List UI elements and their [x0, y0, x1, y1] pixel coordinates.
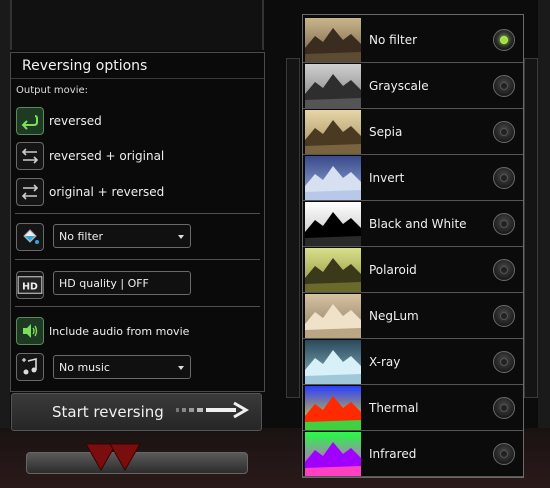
filter-thumbnail [305, 63, 361, 108]
radio-indicator [500, 173, 508, 182]
background-header [10, 0, 264, 50]
filter-item-label: X-ray [369, 354, 401, 369]
option-reversed-label: reversed [49, 114, 102, 128]
option-reversed-original-label: reversed + original [49, 149, 165, 163]
original-then-reverse-icon [16, 178, 44, 206]
filter-item[interactable]: Grayscale [303, 63, 523, 109]
speaker-icon [16, 317, 44, 345]
music-row [16, 353, 44, 381]
option-reversed-original[interactable]: reversed + original [16, 142, 164, 170]
radio-indicator [500, 219, 508, 228]
option-reversed[interactable]: reversed [16, 107, 102, 135]
add-music-icon[interactable] [16, 353, 44, 381]
background-panel-edge-right [524, 58, 538, 398]
radio-indicator [500, 311, 508, 320]
filter-radio-button[interactable] [493, 350, 515, 373]
filter-item[interactable]: NegLum [303, 293, 523, 339]
background-rail-left [0, 0, 10, 488]
filter-dropdown[interactable]: No filter [53, 224, 191, 248]
filter-thumbnail [305, 293, 361, 338]
arrow-right-icon [175, 401, 250, 423]
hd-badge-text: HD [22, 282, 38, 293]
reverse-then-original-icon [16, 142, 44, 170]
radio-indicator [500, 449, 508, 458]
filter-item[interactable]: Thermal [303, 385, 523, 431]
filter-radio-button[interactable] [493, 304, 515, 327]
hd-quality-toggle[interactable]: HD quality | OFF [53, 271, 191, 295]
filter-item-label: Thermal [369, 400, 419, 415]
filter-radio-button[interactable] [493, 258, 515, 281]
chevron-down-icon [178, 235, 184, 239]
filter-thumbnail [305, 155, 361, 200]
reversing-options-panel: Reversing options Output movie: reversed… [10, 52, 265, 392]
divider [15, 213, 260, 214]
hd-quality-label: HD quality | OFF [59, 277, 149, 290]
filter-thumbnail [305, 109, 361, 154]
filter-thumbnail [305, 431, 361, 476]
filter-radio-button[interactable] [493, 28, 515, 51]
filter-radio-button[interactable] [493, 442, 515, 465]
filter-radio-button[interactable] [493, 120, 515, 143]
filter-radio-button[interactable] [493, 396, 515, 419]
divider [15, 306, 260, 307]
filter-dropdown-value: No filter [59, 230, 104, 243]
filter-item-label: Polaroid [369, 262, 417, 277]
music-dropdown[interactable]: No music [53, 355, 191, 379]
filter-thumbnail [305, 17, 361, 62]
trim-end-handle[interactable] [108, 440, 142, 474]
output-movie-label: Output movie: [16, 85, 88, 96]
radio-indicator [500, 127, 508, 136]
radio-indicator [500, 35, 508, 44]
start-reversing-label: Start reversing [52, 403, 164, 421]
filter-item[interactable]: Polaroid [303, 247, 523, 293]
music-dropdown-value: No music [59, 361, 110, 374]
filter-item-label: Invert [369, 170, 405, 185]
filter-item[interactable]: Black and White [303, 201, 523, 247]
filter-row [16, 223, 44, 251]
radio-indicator [500, 265, 508, 274]
filter-thumbnail [305, 201, 361, 246]
radio-indicator [500, 357, 508, 366]
option-original-reversed-label: original + reversed [49, 185, 165, 199]
filter-radio-button[interactable] [493, 166, 515, 189]
include-audio-label: Include audio from movie [49, 324, 190, 338]
filter-item-label: No filter [369, 32, 418, 47]
option-original-reversed[interactable]: original + reversed [16, 178, 164, 206]
divider [15, 259, 260, 260]
filter-item[interactable]: Invert [303, 155, 523, 201]
include-audio-row[interactable]: Include audio from movie [16, 317, 189, 345]
filter-item-label: NegLum [369, 308, 419, 323]
start-reversing-button[interactable]: Start reversing [11, 393, 262, 431]
filter-item-label: Infrared [369, 446, 417, 461]
radio-indicator [500, 403, 508, 412]
chevron-down-icon [178, 366, 184, 370]
filter-selection-list: No filter Grayscale Sepia Invert Black and W… [302, 14, 524, 478]
filter-item[interactable]: No filter [303, 17, 523, 63]
filter-item-label: Sepia [369, 124, 403, 139]
paint-bucket-icon[interactable] [16, 223, 44, 251]
background-rail-right [538, 0, 550, 488]
filter-radio-button[interactable] [493, 212, 515, 235]
filter-item[interactable]: Sepia [303, 109, 523, 155]
background-panel-edge-left [286, 58, 300, 398]
filter-item[interactable]: X-ray [303, 339, 523, 385]
filter-thumbnail [305, 247, 361, 292]
radio-indicator [500, 81, 508, 90]
filter-thumbnail [305, 385, 361, 430]
filter-radio-button[interactable] [493, 74, 515, 97]
filter-thumbnail [305, 339, 361, 384]
filter-item-label: Grayscale [369, 78, 429, 93]
filter-item-label: Black and White [369, 216, 467, 231]
reverse-arrow-icon [16, 107, 44, 135]
filter-item[interactable]: Infrared [303, 431, 523, 477]
hd-film-icon: HD [16, 271, 44, 299]
panel-title: Reversing options [11, 53, 264, 79]
